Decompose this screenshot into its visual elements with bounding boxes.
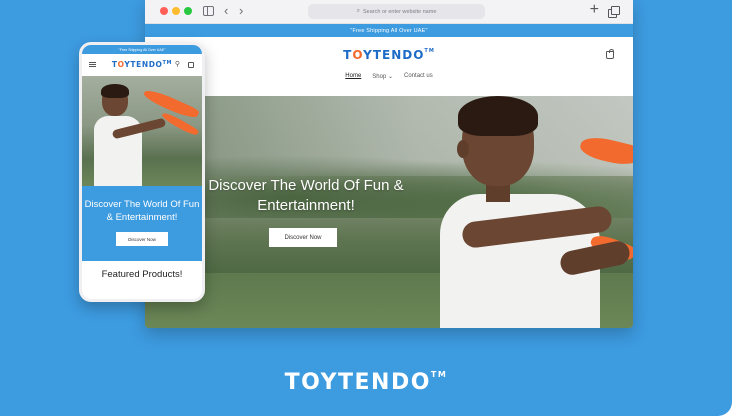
announcement-bar: "Free Shipping All Over UAE"	[145, 24, 633, 37]
browser-toolbar: ‹ › ⌕ Search or enter website name +	[145, 0, 633, 24]
featured-products-heading: Featured Products!	[101, 269, 183, 280]
mobile-header: TOYTENDOTM ⚲	[82, 54, 202, 76]
address-bar-placeholder: Search or enter website name	[363, 8, 437, 15]
logo-trademark: TM	[424, 48, 435, 54]
mobile-discover-now-button[interactable]: Discover Now	[116, 232, 168, 246]
brand-letter-t: T	[284, 370, 302, 395]
mobile-announcement-text: "Free Shipping All Over UAE"	[118, 47, 166, 52]
brand-rest: YTENDO	[320, 370, 431, 395]
mobile-announcement-bar: "Free Shipping All Over UAE"	[82, 45, 202, 54]
nav-item-home[interactable]: Home	[345, 73, 361, 80]
hero-title: Discover The World Of Fun & Entertainmen…	[208, 177, 404, 214]
minimize-dot-icon[interactable]	[172, 7, 180, 15]
brand-trademark: TM	[430, 370, 448, 379]
zoom-dot-icon[interactable]	[184, 7, 192, 15]
brand-logo: TOYTENDOTM	[0, 370, 732, 395]
hero-banner: Discover The World Of Fun & Entertainmen…	[145, 96, 633, 328]
mobile-logo-rest: YTENDO	[124, 60, 163, 69]
logo-letter-t: T	[343, 48, 353, 62]
store-logo[interactable]: TOYTENDOTM	[145, 48, 633, 62]
site-header: TOYTENDOTM Home Shop ⌄ Contact us	[145, 37, 633, 96]
browser-window: ‹ › ⌕ Search or enter website name + "Fr…	[145, 0, 633, 328]
logo-letter-o: O	[352, 48, 364, 62]
main-nav: Home Shop ⌄ Contact us	[145, 73, 633, 80]
mobile-store-logo[interactable]: TOYTENDOTM	[82, 60, 202, 69]
mobile-search-icon[interactable]: ⚲	[175, 60, 180, 68]
forward-arrow-icon[interactable]: ›	[239, 3, 243, 19]
new-tab-plus-icon[interactable]: +	[590, 1, 599, 19]
mobile-hero-panel: Discover The World Of Fun & Entertainmen…	[82, 186, 202, 261]
showcase-background: ‹ › ⌕ Search or enter website name + "Fr…	[0, 0, 732, 416]
sidebar-icon[interactable]	[203, 6, 214, 16]
discover-now-button[interactable]: Discover Now	[269, 228, 337, 247]
mobile-cart-icon[interactable]	[188, 62, 194, 68]
brand-letter-o: O	[301, 370, 321, 395]
mobile-logo-trademark: TM	[162, 60, 173, 66]
logo-rest: YTENDO	[363, 48, 425, 62]
close-dot-icon[interactable]	[160, 7, 168, 15]
search-icon: ⌕	[356, 8, 360, 14]
announcement-text: "Free Shipping All Over UAE"	[350, 27, 428, 34]
mobile-hero-title: Discover The World Of Fun & Entertainmen…	[84, 199, 200, 223]
nav-item-contact[interactable]: Contact us	[404, 73, 433, 80]
hero-photo-child-with-plane	[440, 96, 633, 328]
tabs-overview-icon[interactable]	[608, 6, 620, 18]
address-bar[interactable]: ⌕ Search or enter website name	[308, 4, 485, 19]
nav-item-shop[interactable]: Shop ⌄	[372, 73, 393, 80]
back-arrow-icon[interactable]: ‹	[224, 3, 228, 19]
phone-mockup: "Free Shipping All Over UAE" TOYTENDOTM …	[79, 42, 205, 302]
cart-icon[interactable]	[606, 49, 614, 59]
mobile-hero-photo	[82, 76, 202, 186]
